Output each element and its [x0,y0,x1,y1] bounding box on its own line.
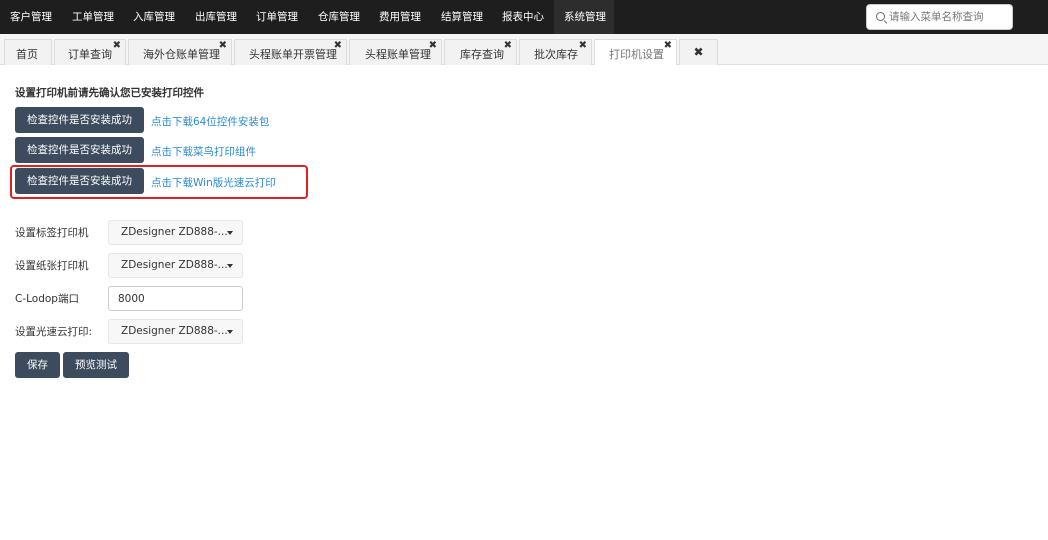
menu-search-box[interactable] [866,4,1013,30]
tab-bar: 首页 订单查询 ✖ 海外仓账单管理 ✖ 头程账单开票管理 ✖ 头程账单管理 ✖ … [0,34,1048,65]
caret-down-icon [227,264,233,268]
check-control-button-2[interactable]: 检查控件是否安装成功 [15,137,144,163]
tab-printer-settings[interactable]: 打印机设置 ✖ [594,39,677,65]
check-control-button-1[interactable]: 检查控件是否安装成功 [15,107,144,133]
label-printer-select[interactable]: ZDesigner ZD888-... [108,220,243,245]
tab-label: 首页 [16,48,38,61]
clodop-port-input[interactable] [108,286,243,311]
top-nav: 客户管理 工单管理 入库管理 出库管理 订单管理 仓库管理 费用管理 结算管理 … [0,0,1048,34]
tab-label: 海外仓账单管理 [143,48,220,61]
nav-item-fees[interactable]: 费用管理 [379,0,421,34]
tab-label: 头程账单开票管理 [249,48,337,61]
nav-item-outbound[interactable]: 出库管理 [195,0,237,34]
close-icon[interactable]: ✖ [113,41,121,51]
nav-item-order[interactable]: 订单管理 [256,0,298,34]
tab-order-query[interactable]: 订单查询 ✖ [54,39,126,65]
label-printer-label: 设置标签打印机 [15,227,89,239]
close-icon[interactable]: ✖ [334,41,342,51]
close-icon[interactable]: ✖ [579,41,587,51]
tab-inventory-query[interactable]: 库存查询 ✖ [444,39,517,65]
close-icon[interactable]: ✖ [429,41,437,51]
close-icon[interactable]: ✖ [664,41,672,51]
tab-label: 订单查询 [68,48,112,61]
menu-search-input[interactable] [889,8,1009,26]
download-cloud-print-link[interactable]: 点击下载Win版光速云打印 [151,175,276,190]
nav-item-warehouse[interactable]: 仓库管理 [318,0,360,34]
close-icon[interactable]: ✖ [504,41,512,51]
caret-down-icon [227,330,233,334]
tab-firstleg-invoice[interactable]: 头程账单开票管理 ✖ [234,39,347,65]
caret-down-icon [227,231,233,235]
nav-item-workorder[interactable]: 工单管理 [72,0,114,34]
select-value: ZDesigner ZD888-... [121,325,228,337]
paper-printer-select[interactable]: ZDesigner ZD888-... [108,253,243,278]
nav-item-customer[interactable]: 客户管理 [10,0,52,34]
download-64bit-link[interactable]: 点击下载64位控件安装包 [151,114,269,129]
paper-printer-label: 设置纸张打印机 [15,260,89,272]
install-notice: 设置打印机前请先确认您已安装打印控件 [15,87,204,99]
cloud-printer-label: 设置光速云打印: [15,326,93,338]
cloud-printer-select[interactable]: ZDesigner ZD888-... [108,319,243,344]
tab-overseas-bill[interactable]: 海外仓账单管理 ✖ [128,39,232,65]
clodop-port-label: C-Lodop端口 [15,293,79,305]
tab-label: 库存查询 [460,48,504,61]
save-button[interactable]: 保存 [15,352,60,378]
tab-label: 头程账单管理 [365,48,431,61]
tab-label: 批次库存 [534,48,578,61]
nav-item-system[interactable]: 系统管理 [554,0,614,34]
nav-item-settlement[interactable]: 结算管理 [441,0,483,34]
select-value: ZDesigner ZD888-... [121,259,228,271]
tab-firstleg-bill[interactable]: 头程账单管理 ✖ [349,39,442,65]
nav-item-reports[interactable]: 报表中心 [502,0,544,34]
tab-home[interactable]: 首页 [4,39,52,65]
select-value: ZDesigner ZD888-... [121,226,228,238]
nav-item-inbound[interactable]: 入库管理 [133,0,175,34]
close-all-tabs-icon[interactable]: ✖ [679,39,718,65]
tab-label: 打印机设置 [609,48,664,61]
preview-test-button[interactable]: 预览测试 [63,352,129,378]
check-control-button-3[interactable]: 检查控件是否安装成功 [15,168,144,194]
search-icon [876,12,885,21]
download-cainiao-link[interactable]: 点击下载菜鸟打印组件 [151,144,256,159]
tab-batch-inventory[interactable]: 批次库存 ✖ [519,39,592,65]
close-icon[interactable]: ✖ [219,41,227,51]
